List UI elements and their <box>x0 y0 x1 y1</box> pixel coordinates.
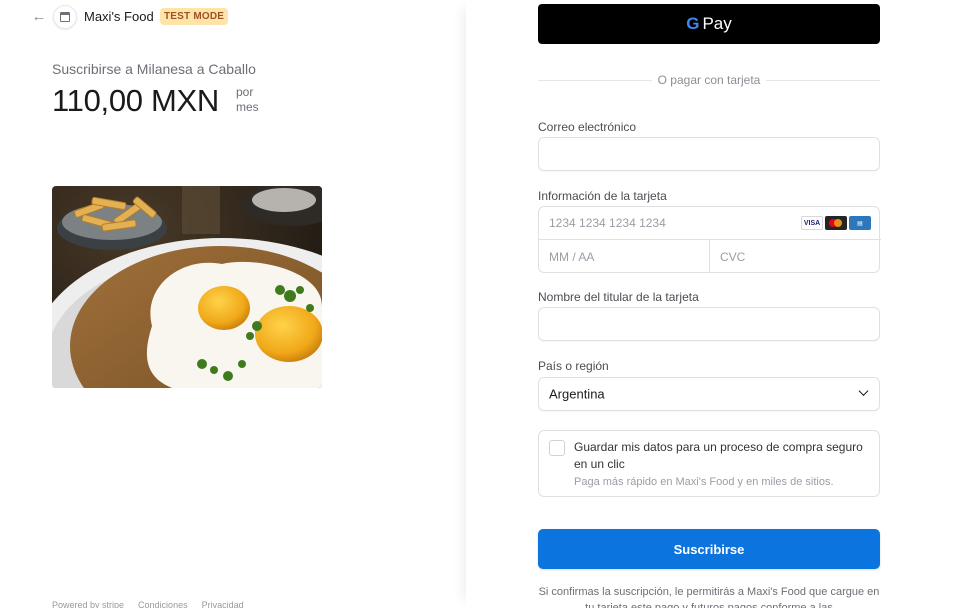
powered-by-stripe[interactable]: Powered by stripe <box>52 600 124 608</box>
terms-text: Si confirmas la suscripción, le permitir… <box>538 586 880 608</box>
payment-form-panel: G Pay O pagar con tarjeta Correo electró… <box>466 0 966 608</box>
save-info-checkbox[interactable] <box>549 440 565 456</box>
amex-icon: ▤ <box>849 216 871 230</box>
store-icon <box>53 5 77 29</box>
email-label: Correo electrónico <box>538 120 637 134</box>
product-summary-panel: ← Maxi's Food TEST MODE Suscribirse a Mi… <box>0 0 466 608</box>
product-image <box>52 186 322 388</box>
cvc-placeholder: CVC <box>720 249 746 264</box>
price: 110,00 MXN <box>52 83 220 118</box>
card-brands: VISA ▤ <box>801 216 871 230</box>
google-pay-button[interactable]: G Pay <box>538 4 880 44</box>
card-number-field[interactable]: 1234 1234 1234 1234 VISA ▤ <box>539 207 881 240</box>
card-number-placeholder: 1234 1234 1234 1234 <box>549 216 666 230</box>
email-field[interactable] <box>538 137 880 171</box>
privacy-link[interactable]: Privacidad <box>202 600 244 608</box>
google-g-icon: G <box>686 14 700 33</box>
save-info-box: Guardar mis datos para un proceso de com… <box>538 430 880 497</box>
visa-icon: VISA <box>801 216 823 230</box>
cardholder-name-field[interactable] <box>538 307 880 341</box>
save-info-subtext: Paga más rápido en Maxi's Food y en mile… <box>574 476 834 488</box>
mastercard-icon <box>825 216 847 230</box>
card-info-label: Información de la tarjeta <box>538 189 667 203</box>
subscribe-button[interactable]: Suscribirse <box>538 529 880 569</box>
chevron-down-icon <box>858 386 869 396</box>
expiry-placeholder: MM / AA <box>549 249 595 264</box>
save-info-text[interactable]: Guardar mis datos para un proceso de com… <box>574 439 864 473</box>
back-arrow-icon[interactable]: ← <box>30 8 48 26</box>
billing-interval-line1: por <box>236 85 254 99</box>
country-select[interactable]: Argentina <box>538 377 880 411</box>
card-info-group: 1234 1234 1234 1234 VISA ▤ MM / AA CVC <box>538 206 881 273</box>
country-label: País o región <box>538 359 609 373</box>
subscription-title: Suscribirse a Milanesa a Caballo <box>52 61 256 77</box>
billing-interval-line2: mes <box>236 100 259 114</box>
merchant-name: Maxi's Food <box>84 9 154 24</box>
divider-text: O pagar con tarjeta <box>651 73 767 87</box>
billing-interval: por mes <box>236 85 259 115</box>
footer: Powered by stripe Condiciones Privacidad <box>52 600 244 608</box>
pay-with-card-divider: O pagar con tarjeta <box>538 72 880 88</box>
terms-link[interactable]: Condiciones <box>138 600 188 608</box>
google-pay-label: Pay <box>702 14 732 33</box>
cvc-field[interactable]: CVC <box>710 240 880 273</box>
cardholder-label: Nombre del titular de la tarjeta <box>538 290 699 304</box>
expiry-field[interactable]: MM / AA <box>539 240 710 273</box>
test-mode-badge: TEST MODE <box>160 8 229 25</box>
country-value: Argentina <box>549 386 605 402</box>
